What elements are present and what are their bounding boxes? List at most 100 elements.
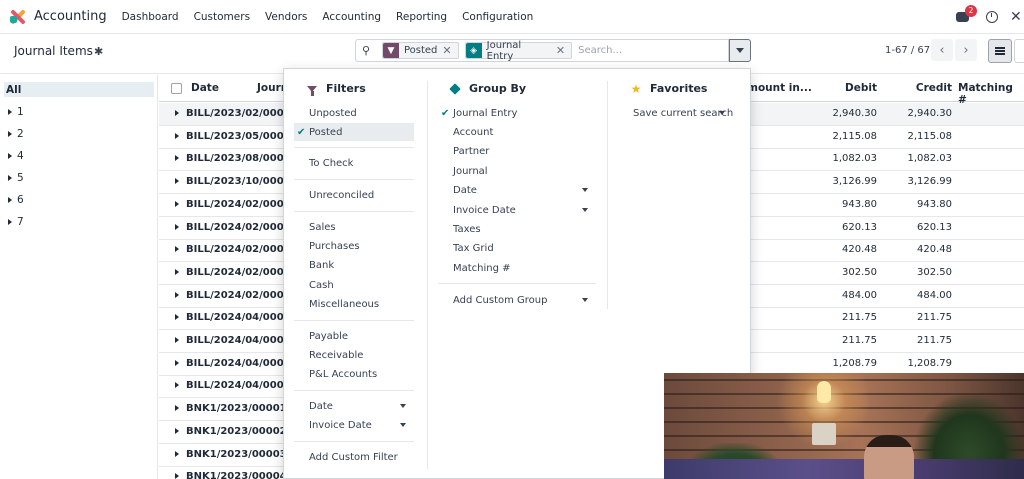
panel-item-label: All	[6, 83, 22, 96]
filter-posted[interactable]: ✔ Posted	[294, 123, 414, 141]
filter-unreconciled[interactable]: Unreconciled	[294, 186, 414, 204]
caret-right-icon[interactable]	[175, 200, 179, 207]
remove-facet-icon[interactable]: ✕	[442, 44, 457, 57]
debit-value: 3,126.99	[832, 176, 877, 188]
column-credit[interactable]: Credit	[916, 82, 952, 94]
filter-sales[interactable]: Sales	[294, 218, 414, 236]
groupby-account[interactable]: Account	[438, 123, 596, 141]
group-name: BILL/2024/04/0004 (	[186, 380, 299, 392]
pager-value[interactable]: 1-67 / 67	[885, 45, 930, 56]
facet-filter-posted: ▼ Posted ✕	[381, 42, 459, 59]
panel-item-4[interactable]: 4	[4, 148, 154, 163]
menu-reporting[interactable]: Reporting	[396, 11, 447, 23]
pager-next-button[interactable]: ›	[955, 39, 977, 61]
caret-right-icon[interactable]	[175, 246, 179, 253]
caret-right-icon[interactable]	[175, 268, 179, 275]
groupby-journal-entry[interactable]: ✔ Journal Entry	[438, 104, 596, 122]
column-date[interactable]: Date	[191, 82, 219, 94]
menu-customers[interactable]: Customers	[194, 11, 250, 23]
desk-shelf	[664, 459, 1024, 479]
top-navbar: Accounting Dashboard Customers Vendors A…	[0, 0, 1024, 34]
filter-miscellaneous[interactable]: Miscellaneous	[294, 295, 414, 313]
debit-value: 2,940.30	[832, 108, 877, 119]
menu-configuration[interactable]: Configuration	[462, 11, 533, 23]
caret-right-icon[interactable]	[175, 314, 179, 321]
star-icon: ★	[630, 81, 642, 96]
filter-to-check[interactable]: To Check	[294, 154, 414, 172]
groupby-matching[interactable]: Matching #	[438, 259, 596, 277]
remove-facet-icon[interactable]: ✕	[556, 44, 571, 57]
facet-group-journal-entry: ◈ Journal Entry ✕	[464, 40, 573, 62]
groupby-invoice-date[interactable]: Invoice Date	[438, 201, 596, 219]
groupby-journal[interactable]: Journal	[438, 162, 596, 180]
chat-icon[interactable]: 2	[956, 5, 977, 24]
list-view-button[interactable]	[988, 39, 1012, 63]
filter-receivable[interactable]: Receivable	[294, 346, 414, 364]
add-custom-filter[interactable]: Add Custom Filter	[294, 448, 414, 466]
save-current-search[interactable]: Save current search	[619, 104, 739, 122]
filter-payable[interactable]: Payable	[294, 327, 414, 345]
caret-right-icon[interactable]	[175, 291, 179, 298]
caret-right-icon[interactable]	[175, 382, 179, 389]
groupby-date[interactable]: Date	[438, 181, 596, 199]
filter-date[interactable]: Date	[294, 397, 414, 415]
caret-right-icon[interactable]	[175, 450, 179, 457]
credit-value: 2,115.08	[907, 130, 952, 142]
panel-item-5[interactable]: 5	[4, 170, 154, 185]
menu-accounting[interactable]: Accounting	[322, 11, 381, 23]
groupby-partner[interactable]: Partner	[438, 142, 596, 160]
select-all-checkbox[interactable]	[171, 83, 182, 94]
search-bar[interactable]: ⚲ ▼ Posted ✕ ◈ Journal Entry ✕	[355, 39, 729, 62]
filter-unposted[interactable]: Unposted	[294, 104, 414, 122]
panel-item-2[interactable]: 2	[4, 126, 154, 141]
panel-item-6[interactable]: 6	[4, 192, 154, 207]
panel-item-all[interactable]: All	[4, 82, 154, 97]
pivot-view-button[interactable]	[1014, 39, 1024, 63]
app-name[interactable]: Accounting	[34, 9, 107, 24]
menu-vendors[interactable]: Vendors	[265, 11, 307, 23]
pager-previous-button[interactable]: ‹	[931, 39, 953, 61]
filter-cash[interactable]: Cash	[294, 276, 414, 294]
groupby-tax-grid[interactable]: Tax Grid	[438, 239, 596, 257]
group-name: BILL/2024/02/0004 (	[186, 266, 299, 278]
search-input[interactable]	[578, 45, 728, 56]
panel-item-7[interactable]: 7	[4, 214, 154, 229]
column-amount-currency[interactable]: mount in...	[747, 82, 812, 94]
caret-right-icon[interactable]	[175, 132, 179, 139]
filter-bank[interactable]: Bank	[294, 256, 414, 274]
caret-right-icon[interactable]	[175, 337, 179, 343]
groupby-label: Journal Entry	[453, 107, 518, 119]
caret-right-icon[interactable]	[175, 110, 179, 116]
filter-invoice-date[interactable]: Invoice Date	[294, 416, 414, 434]
panel-item-1[interactable]: 1	[4, 104, 154, 119]
filter-label: Unreconciled	[309, 189, 375, 201]
accounting-app-icon[interactable]	[9, 8, 27, 26]
caret-right-icon[interactable]	[175, 473, 179, 479]
add-custom-group-select[interactable]: Add Custom Group	[438, 291, 596, 309]
caret-right-icon[interactable]	[175, 155, 179, 162]
caret-right-icon	[8, 218, 12, 225]
caret-right-icon[interactable]	[175, 223, 179, 230]
gear-icon[interactable]: ✱	[94, 45, 103, 58]
debug-tools-icon[interactable]: ✕	[1010, 9, 1022, 25]
caret-right-icon[interactable]	[175, 178, 179, 185]
groupby-taxes[interactable]: Taxes	[438, 220, 596, 238]
credit-value: 620.13	[917, 221, 952, 233]
filter-purchases[interactable]: Purchases	[294, 237, 414, 255]
search-options-toggle[interactable]	[729, 39, 751, 62]
caret-right-icon	[8, 174, 12, 181]
caret-right-icon[interactable]	[175, 427, 179, 434]
debit-value: 2,115.08	[832, 130, 877, 142]
activity-clock-icon[interactable]	[986, 11, 998, 23]
groupby-label: Add Custom Group	[453, 294, 548, 306]
filter-pl-accounts[interactable]: P&L Accounts	[294, 365, 414, 383]
credit-value: 943.80	[917, 198, 952, 210]
filter-icon: ▼	[382, 43, 399, 58]
caret-right-icon[interactable]	[175, 405, 179, 412]
menu-dashboard[interactable]: Dashboard	[122, 11, 179, 23]
favorites-title: ★ Favorites	[630, 81, 708, 96]
webcam-overlay	[664, 373, 1024, 479]
filter-label: Payable	[309, 330, 349, 342]
column-debit[interactable]: Debit	[845, 82, 877, 94]
caret-right-icon[interactable]	[175, 359, 179, 366]
